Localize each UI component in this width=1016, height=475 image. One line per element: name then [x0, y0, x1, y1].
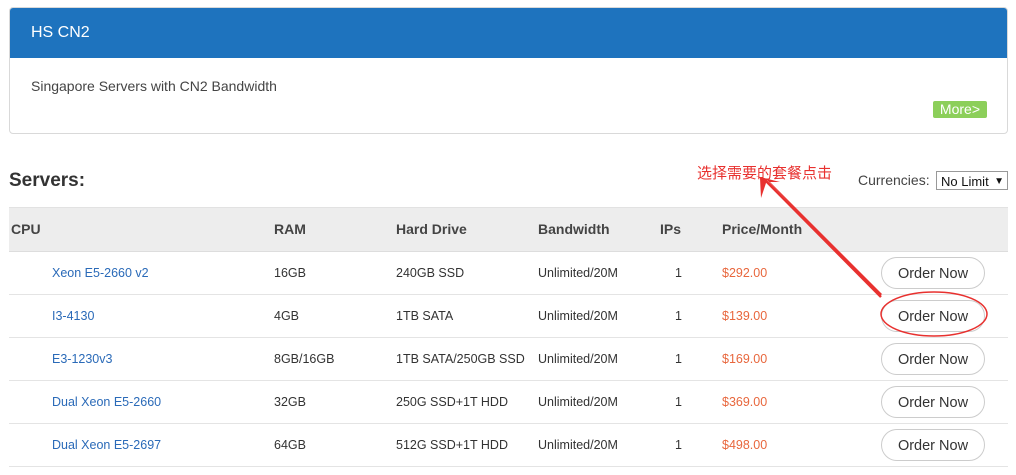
- table-row: Dual Xeon E5-2697 64GB 512G SSD+1T HDD U…: [9, 424, 1008, 467]
- header-hard-drive: Hard Drive: [396, 221, 467, 237]
- price-cell: $292.00: [722, 266, 768, 280]
- header-bandwidth: Bandwidth: [538, 221, 610, 237]
- panel-title: HS CN2: [10, 8, 1007, 58]
- hard-drive-cell: 1TB SATA/250GB SSD: [396, 352, 525, 366]
- order-now-button[interactable]: Order Now: [881, 343, 985, 375]
- header-price: Price/Month: [722, 221, 803, 237]
- currency-selected-value: No Limit: [941, 174, 989, 189]
- table-row: E3-1230v3 8GB/16GB 1TB SATA/250GB SSD Un…: [9, 338, 1008, 381]
- ips-cell: 1: [675, 309, 682, 323]
- bandwidth-cell: Unlimited/20M: [538, 266, 618, 280]
- bandwidth-cell: Unlimited/20M: [538, 395, 618, 409]
- price-cell: $169.00: [722, 352, 768, 366]
- servers-heading: Servers:: [9, 170, 86, 191]
- ram-cell: 16GB: [274, 266, 306, 280]
- more-button[interactable]: More>: [932, 101, 987, 118]
- bandwidth-cell: Unlimited/20M: [538, 438, 618, 452]
- ips-cell: 1: [675, 352, 682, 366]
- servers-table: CPU RAM Hard Drive Bandwidth IPs Price/M…: [9, 207, 1008, 467]
- ram-cell: 8GB/16GB: [274, 352, 335, 366]
- order-now-button[interactable]: Order Now: [881, 300, 985, 332]
- header-ram: RAM: [274, 221, 306, 237]
- bandwidth-cell: Unlimited/20M: [538, 309, 618, 323]
- price-cell: $139.00: [722, 309, 768, 323]
- currency-label: Currencies:: [858, 172, 930, 188]
- hard-drive-cell: 512G SSD+1T HDD: [396, 438, 508, 452]
- product-group-panel: HS CN2 Singapore Servers with CN2 Bandwi…: [9, 7, 1008, 134]
- price-cell: $498.00: [722, 438, 768, 452]
- table-row: Xeon E5-2660 v2 16GB 240GB SSD Unlimited…: [9, 252, 1008, 295]
- chevron-down-icon: ▼: [994, 176, 1004, 187]
- panel-description: Singapore Servers with CN2 Bandwidth: [31, 78, 277, 94]
- table-row: I3-4130 4GB 1TB SATA Unlimited/20M 1 $13…: [9, 295, 1008, 338]
- cpu-link[interactable]: I3-4130: [52, 309, 94, 323]
- cpu-link[interactable]: Dual Xeon E5-2697: [52, 438, 161, 452]
- order-now-button[interactable]: Order Now: [881, 257, 985, 289]
- order-now-button[interactable]: Order Now: [881, 386, 985, 418]
- table-header: CPU RAM Hard Drive Bandwidth IPs Price/M…: [9, 207, 1008, 252]
- hard-drive-cell: 240GB SSD: [396, 266, 465, 280]
- ips-cell: 1: [675, 266, 682, 280]
- cpu-link[interactable]: E3-1230v3: [52, 352, 112, 366]
- header-ips: IPs: [660, 221, 682, 237]
- hard-drive-cell: 250G SSD+1T HDD: [396, 395, 508, 409]
- cpu-link[interactable]: Xeon E5-2660 v2: [52, 266, 149, 280]
- ips-cell: 1: [675, 395, 682, 409]
- order-now-button[interactable]: Order Now: [881, 429, 985, 461]
- ram-cell: 32GB: [274, 395, 306, 409]
- hard-drive-cell: 1TB SATA: [396, 309, 454, 323]
- ram-cell: 4GB: [274, 309, 300, 323]
- annotation-text: 选择需要的套餐点击: [697, 165, 833, 182]
- ips-cell: 1: [675, 438, 682, 452]
- currency-select[interactable]: No Limit ▼: [936, 171, 1008, 190]
- cpu-link[interactable]: Dual Xeon E5-2660: [52, 395, 161, 409]
- price-cell: $369.00: [722, 395, 768, 409]
- bandwidth-cell: Unlimited/20M: [538, 352, 618, 366]
- table-row: Dual Xeon E5-2660 32GB 250G SSD+1T HDD U…: [9, 381, 1008, 424]
- ram-cell: 64GB: [274, 438, 306, 452]
- header-cpu: CPU: [11, 221, 41, 237]
